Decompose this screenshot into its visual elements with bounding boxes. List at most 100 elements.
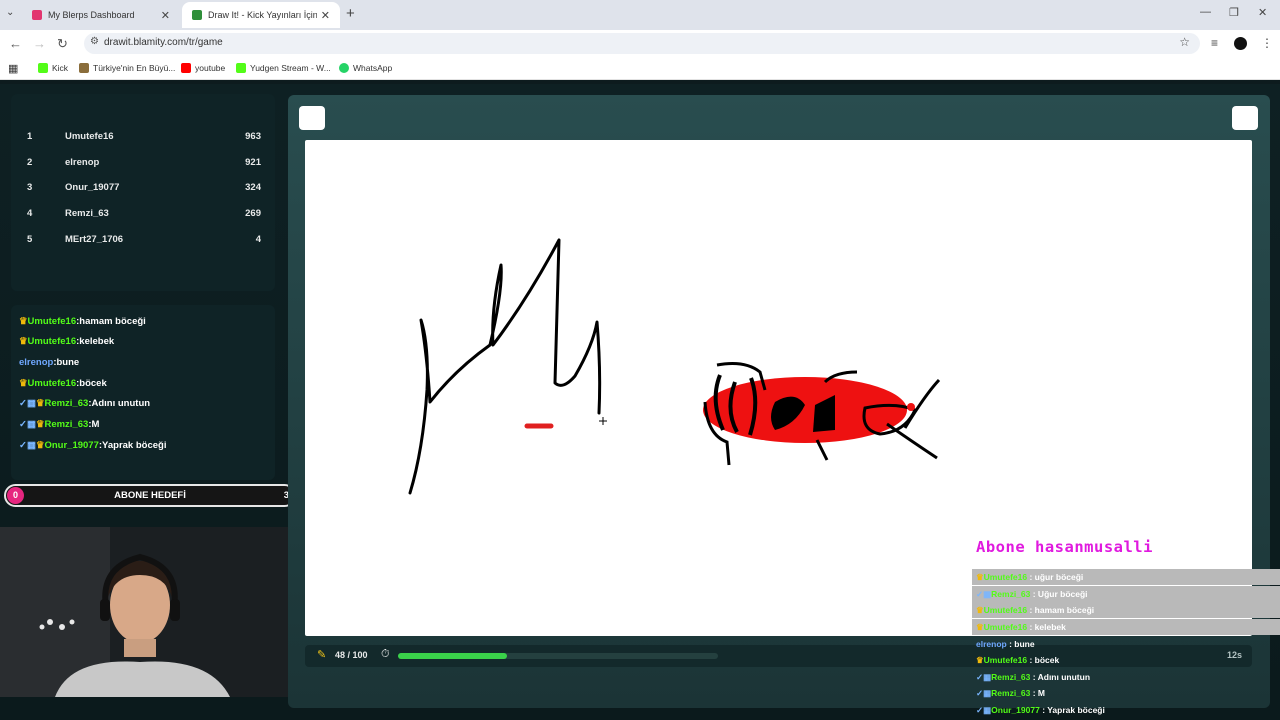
url-text: drawit.blamity.com/tr/game xyxy=(104,37,223,48)
chat-text: bune xyxy=(56,357,80,368)
chat-text: kelebek xyxy=(79,336,115,347)
close-tab-icon[interactable]: ✕ xyxy=(161,9,170,22)
crown-icon: ♛ xyxy=(976,605,984,615)
goal-title: ABONE HEDEFİ xyxy=(114,490,186,501)
youtube-icon xyxy=(181,63,191,73)
chat-user: Umutefe16 xyxy=(983,605,1028,615)
chat-text: : uğur böceği xyxy=(1027,572,1084,582)
chat-message: ♛Umutefe16:hamam böceği xyxy=(19,316,146,327)
site-info-icon[interactable]: ⚙ xyxy=(90,36,99,47)
moderator-icon: ✓▦ xyxy=(19,440,36,451)
chat-message: ✓▦♛Remzi_63:M xyxy=(19,419,100,430)
chat-text: : böcek xyxy=(1027,655,1060,665)
leaderboard-row: 4 Remzi_63 269 xyxy=(11,208,275,224)
profile-avatar[interactable] xyxy=(1234,37,1247,50)
overlay-chat-line: ♛Umutefe16 : böcek xyxy=(972,652,1280,668)
crown-icon: ♛ xyxy=(19,378,28,389)
apps-grid-icon[interactable]: ▦ xyxy=(8,62,18,75)
kick-icon xyxy=(236,63,246,73)
browser-menu-icon[interactable]: ⋮ xyxy=(1261,36,1273,50)
bookmarks-bar: ▦ Kick Türkiye'nin En Büyü... youtube Yu… xyxy=(0,58,1280,80)
chat-user: Umutefe16 xyxy=(983,655,1028,665)
moderator-icon: ✓▦ xyxy=(19,419,36,430)
streamer-camera-image xyxy=(0,527,298,697)
leaderboard: 1 Umutefe16 963 2 elrenop 921 3 Onur_19077 324… xyxy=(11,94,275,291)
chat-message: ✓▦♛Remzi_63:Adını unutun xyxy=(19,398,151,409)
player-name: Umutefe16 xyxy=(65,131,114,142)
chat-user: Umutefe16 xyxy=(27,316,77,327)
moderator-icon: ✓▦ xyxy=(976,688,992,698)
player-name: Onur_19077 xyxy=(65,182,120,193)
whatsapp-icon xyxy=(339,63,349,73)
bookmark-label: youtube xyxy=(195,63,226,73)
minimize-icon[interactable]: — xyxy=(1200,6,1211,18)
chat-user: Onur_19077 xyxy=(991,705,1040,715)
tab-label: My Blerps Dashboard xyxy=(48,10,135,20)
address-bar[interactable]: ⚙ drawit.blamity.com/tr/game ☆ xyxy=(84,33,1200,54)
bookmark-kick[interactable]: Kick xyxy=(38,63,68,73)
fullscreen-button[interactable] xyxy=(1232,106,1258,130)
chat-user: Umutefe16 xyxy=(983,572,1028,582)
bookmark-yudgen[interactable]: Yudgen Stream - W... xyxy=(236,63,331,73)
overlay-chat-line: ✓▦Remzi_63 : Uğur böceği xyxy=(972,586,1280,602)
tab-label: Draw It! - Kick Yayınları İçin Çizi xyxy=(208,10,317,20)
close-tab-icon[interactable]: ✕ xyxy=(321,9,330,22)
player-score: 963 xyxy=(245,131,261,142)
canvas-drawing xyxy=(408,238,941,495)
restore-icon[interactable]: ❐ xyxy=(1229,6,1239,19)
chat-message: ♛Umutefe16:böcek xyxy=(19,378,107,389)
game-chat: ♛Umutefe16:hamam böceği ♛Umutefe16:keleb… xyxy=(11,305,275,480)
chat-user: Remzi_63 xyxy=(991,589,1031,599)
chat-text: : Yaprak böceği xyxy=(1039,705,1105,715)
chat-text: : Adını unutun xyxy=(1030,672,1091,682)
chat-user: Umutefe16 xyxy=(27,378,77,389)
subscriber-alert: Abone hasanmusalli xyxy=(976,538,1153,556)
chat-text: : kelebek xyxy=(1027,622,1066,632)
chat-text: böcek xyxy=(79,378,107,389)
stopwatch-icon: ⏱ xyxy=(381,648,390,660)
player-score: 4 xyxy=(255,234,261,245)
chat-message: elrenop:bune xyxy=(19,357,80,368)
overlay-chat-line: ♛Umutefe16 : kelebek xyxy=(972,619,1280,635)
player-score: 324 xyxy=(245,182,261,193)
media-control-icon[interactable]: ≡ xyxy=(1211,36,1218,50)
overlay-chat-line: ♛Umutefe16 : uğur böceği xyxy=(972,569,1280,585)
time-progress-fill xyxy=(398,653,507,659)
kick-icon xyxy=(38,63,48,73)
rank: 5 xyxy=(27,234,33,245)
bookmark-turkiye[interactable]: Türkiye'nin En Büyü... xyxy=(79,63,175,73)
reload-icon[interactable]: ↻ xyxy=(57,36,68,52)
player-name: Remzi_63 xyxy=(65,208,109,219)
tab-blerps-dashboard[interactable]: My Blerps Dashboard ✕ xyxy=(22,2,180,28)
overlay-chat-line: ♛Umutefe16 : hamam böceği xyxy=(972,602,1280,618)
player-name: MErt27_1706 xyxy=(65,234,124,245)
drawing-count: 48 / 100 xyxy=(335,650,368,660)
leaderboard-row: 2 elrenop 921 xyxy=(11,157,275,173)
crown-icon: ♛ xyxy=(976,655,984,665)
bookmark-star-icon[interactable]: ☆ xyxy=(1179,35,1190,49)
back-icon[interactable]: ← xyxy=(9,36,22,51)
bookmark-youtube[interactable]: youtube xyxy=(181,63,225,73)
close-window-icon[interactable]: ✕ xyxy=(1258,6,1267,19)
rank: 2 xyxy=(27,157,33,168)
leaderboard-row: 3 Onur_19077 324 xyxy=(11,182,275,198)
new-tab-icon[interactable]: + xyxy=(346,5,355,22)
tab-search-icon[interactable]: ⌄ xyxy=(6,7,14,18)
rank: 1 xyxy=(27,131,33,142)
chat-user: Remzi_63 xyxy=(991,672,1031,682)
leaderboard-row: 5 MErt27_1706 4 xyxy=(11,234,275,250)
settings-button[interactable] xyxy=(299,106,325,130)
chat-message: ✓▦♛Onur_19077:Yaprak böceği xyxy=(19,440,167,451)
moderator-icon: ✓▦ xyxy=(976,672,992,682)
chat-user: Remzi_63 xyxy=(991,688,1031,698)
chat-text: : bune xyxy=(1006,639,1035,649)
drawing-canvas[interactable] xyxy=(305,140,1252,636)
crown-icon: ♛ xyxy=(19,316,28,327)
bookmark-label: Yudgen Stream - W... xyxy=(250,63,331,73)
tab-draw-it[interactable]: Draw It! - Kick Yayınları İçin Çizi ✕ xyxy=(182,2,340,28)
chat-message: ♛Umutefe16:kelebek xyxy=(19,336,115,347)
bookmark-whatsapp[interactable]: WhatsApp xyxy=(339,63,392,73)
forward-icon[interactable]: → xyxy=(33,36,46,51)
chat-text: Yaprak böceği xyxy=(102,440,167,451)
browser-tab-strip: ⌄ My Blerps Dashboard ✕ Draw It! - Kick … xyxy=(0,0,1280,30)
